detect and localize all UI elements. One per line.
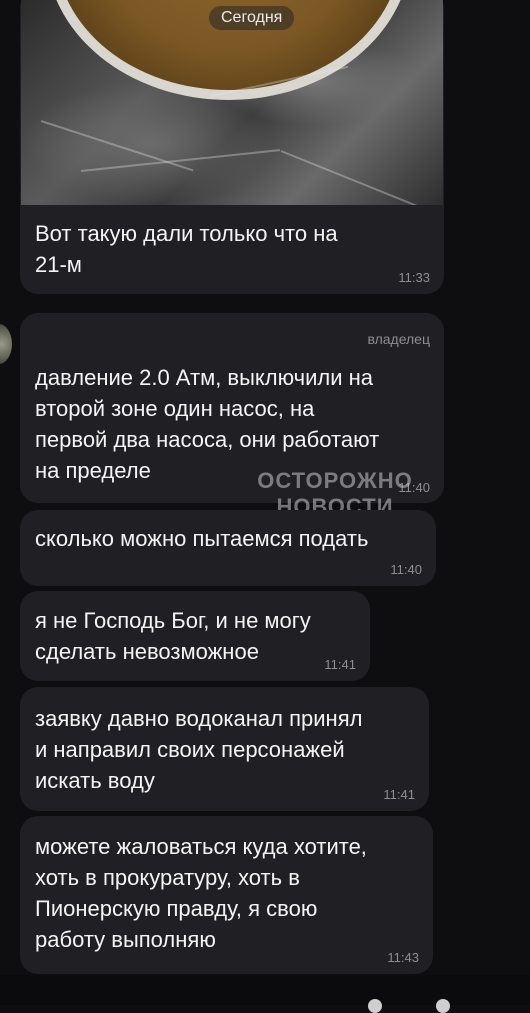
- message-bubble[interactable]: можете жаловаться куда хотите, хоть в пр…: [20, 816, 433, 974]
- indicator-dot: [368, 999, 382, 1013]
- message-text: Вот такую дали только что на 21-м: [35, 221, 338, 277]
- message-time: 11:43: [387, 950, 419, 965]
- message-bubble[interactable]: сколько можно пытаемся подать 11:40: [20, 510, 436, 586]
- bottom-bar: [0, 975, 530, 1013]
- sender-label: владелец: [367, 331, 430, 347]
- message-text: я не Господь Бог, и не могу сделать нево…: [35, 608, 311, 664]
- message-text: можете жаловаться куда хотите, хоть в пр…: [35, 834, 367, 952]
- message-bubble[interactable]: заявку давно водоканал принял и направил…: [20, 687, 429, 811]
- sender-avatar[interactable]: [0, 324, 12, 364]
- attached-photo[interactable]: Сегодня: [21, 0, 443, 205]
- message-text: заявку давно водоканал принял и направил…: [35, 706, 363, 793]
- message-text: сколько можно пытаемся подать: [35, 526, 369, 551]
- date-separator: Сегодня: [209, 6, 295, 30]
- message-time: 11:41: [324, 657, 356, 672]
- message-bubble[interactable]: я не Господь Бог, и не могу сделать нево…: [20, 591, 370, 681]
- message-time: 11:41: [383, 787, 415, 802]
- message-time: 11:40: [390, 562, 422, 577]
- message-bubble-photo[interactable]: Сегодня Вот такую дали только что на 21-…: [20, 0, 444, 294]
- indicator-dot: [436, 999, 450, 1013]
- message-time: 11:33: [398, 270, 430, 285]
